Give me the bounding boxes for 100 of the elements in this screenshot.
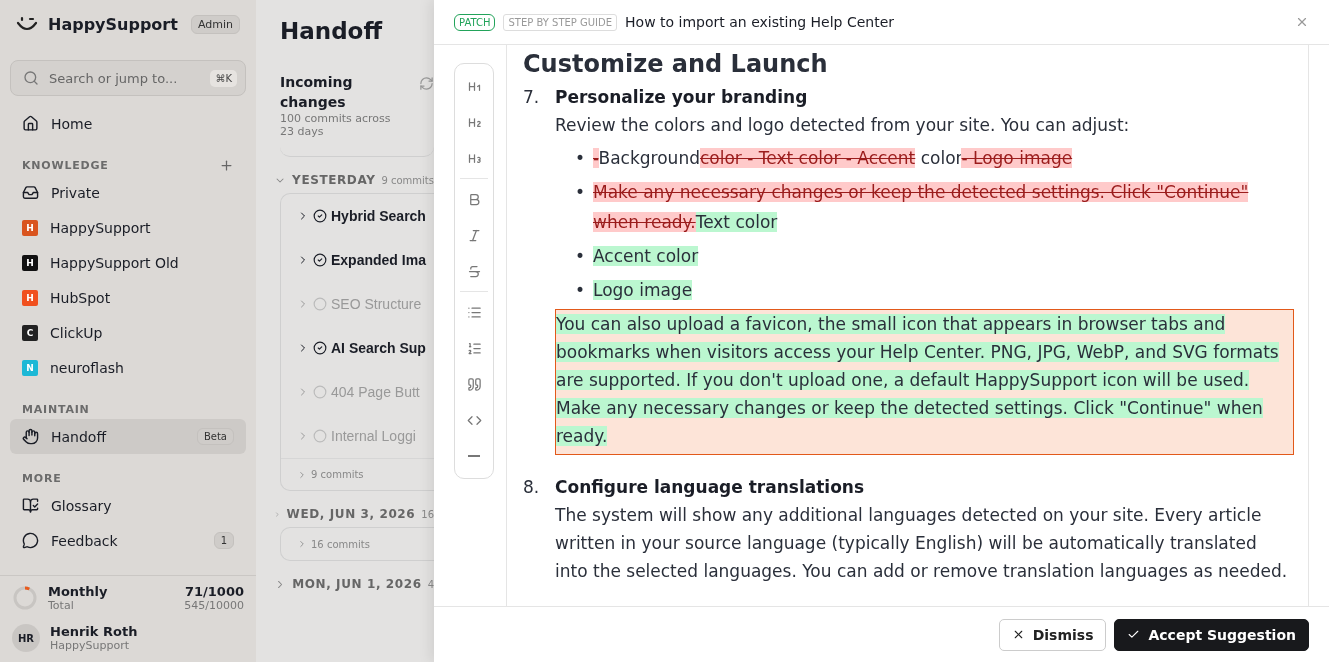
- step-number: 8.: [523, 476, 541, 499]
- nav-label: Private: [51, 184, 101, 201]
- incoming-title: Incoming changes: [280, 73, 354, 112]
- sidebar-item[interactable]: H HappySupport: [10, 210, 246, 245]
- check-icon: [1127, 628, 1141, 641]
- section-heading: Customize and Launch: [523, 49, 829, 79]
- horizontal-rule-icon: [468, 455, 480, 457]
- sidebar-item[interactable]: Handoff Beta: [10, 419, 246, 454]
- diff-text: Accent color: [593, 245, 699, 268]
- sidebar-item[interactable]: Glossary: [10, 488, 246, 523]
- role-badge: Admin: [190, 14, 240, 34]
- usage-sublabel: Total: [48, 599, 75, 612]
- diff-text: -Backgroundcolor - Text color - Accent color- Logo image: [593, 147, 1073, 170]
- user-name: Henrik Roth: [50, 624, 138, 639]
- space-letter-icon: H: [22, 289, 38, 306]
- section-title: MAINTAIN: [22, 402, 90, 416]
- step-text: The system will show any additional languages detected on your site. Every article written in your source language (typically English) will be automatically translated into the selected languages. You can add or remove translation languages as needed.: [555, 504, 1289, 583]
- add-icon[interactable]: [219, 157, 234, 173]
- sidebar-item[interactable]: C ClickUp: [10, 315, 246, 350]
- nav-label: HappySupport: [50, 219, 152, 236]
- sidebar-item[interactable]: H HappySupport Old: [10, 245, 246, 280]
- drawer-title: How to import an existing Help Center: [625, 14, 896, 30]
- usage-label: Monthly: [48, 584, 109, 599]
- nav-badge: 1: [213, 532, 234, 549]
- section-title: MORE: [22, 471, 62, 485]
- book-icon: [22, 497, 39, 514]
- commit-title: AI Search Sup: [331, 340, 426, 356]
- brand-name: HappySupport: [48, 14, 179, 34]
- nav-label: Feedback: [51, 532, 119, 549]
- nav-label: Handoff: [51, 428, 108, 445]
- step-title: Personalize your branding: [555, 86, 809, 109]
- group-count: 4: [427, 578, 434, 590]
- step-title: Configure language translations: [555, 476, 866, 499]
- group-label: MON, JUN 1, 2026: [292, 577, 422, 591]
- commit-title: Expanded Ima: [331, 252, 426, 268]
- inserted-paragraph[interactable]: You can also upload a favicon, the small icon that appears in browser tabs and bookmarks when visitors access your Help Center. PNG, JPG, WebP, and SVG formats are supported. If you don't upload one, a default HappySupport icon will be used. Make any necessary changes or keep the detected settings. Click "Continue" when ready.: [555, 309, 1294, 455]
- italic-icon: [466, 227, 482, 243]
- home-icon: [22, 115, 39, 132]
- dismiss-button[interactable]: Dismiss: [998, 618, 1107, 651]
- search-field[interactable]: Search or jump to... ⌘K: [10, 60, 246, 96]
- nav-label: neuroflash: [50, 359, 125, 376]
- page-title: Handoff: [280, 18, 384, 44]
- usage-value: 71/1000: [184, 584, 244, 599]
- nav-label: ClickUp: [50, 324, 104, 341]
- group-label: YESTERDAY: [292, 173, 376, 187]
- search-icon: [23, 70, 39, 86]
- nav-label: Home: [51, 115, 94, 132]
- refresh-icon[interactable]: [419, 76, 434, 91]
- space-letter-icon: C: [22, 324, 38, 341]
- chat-icon: [22, 532, 39, 549]
- bullet-marker: •: [575, 147, 583, 170]
- sidebar-item[interactable]: N neuroflash: [10, 350, 246, 385]
- commit-row[interactable]: Expanded Ima: [281, 238, 434, 282]
- quote-icon: [466, 376, 482, 392]
- section-title: KNOWLEDGE: [22, 158, 109, 172]
- strikethrough-icon: [466, 263, 482, 279]
- user-org: HappySupport: [50, 639, 130, 652]
- home-nav-item[interactable]: Home: [10, 106, 246, 141]
- hand-icon: [22, 428, 39, 445]
- bullet-marker: •: [575, 245, 583, 268]
- commit-row[interactable]: AI Search Sup: [281, 326, 434, 370]
- sidebar-item[interactable]: Private: [10, 175, 246, 210]
- sidebar-item[interactable]: Feedback 1: [10, 523, 246, 558]
- nav-label: HubSpot: [50, 289, 112, 306]
- commit-title: Hybrid Search: [331, 208, 426, 224]
- search-input[interactable]: Search or jump to...: [47, 69, 203, 87]
- group-count: 16: [421, 508, 434, 520]
- commit-title: SEO Structure: [331, 296, 422, 312]
- group-count: 9 commits: [381, 174, 434, 186]
- usage-total: 545/10000: [184, 599, 244, 612]
- step-text: Review the colors and logo detected from your site. You can adjust:: [555, 114, 1131, 137]
- bullet-marker: •: [575, 181, 583, 204]
- chevron-right-icon: [297, 539, 307, 549]
- commits-count: 9 commits: [311, 469, 364, 480]
- commit-title: Internal Loggi: [331, 428, 416, 444]
- chevron-right-icon: [297, 469, 307, 480]
- inbox-icon: [22, 184, 39, 201]
- close-icon[interactable]: [1295, 15, 1309, 29]
- space-letter-icon: N: [22, 359, 38, 376]
- diff-text: Logo image: [593, 279, 693, 302]
- step-number: 7.: [523, 86, 541, 109]
- bullet-list-icon: [466, 304, 482, 320]
- nav-label: Glossary: [51, 497, 113, 514]
- numbered-list-icon: [466, 340, 482, 356]
- smile-logo-icon: [16, 15, 38, 33]
- nav-badge: Beta: [196, 428, 234, 445]
- diff-text: Make any necessary changes or keep the detected settings. Click "Continue" when ready.Text color: [593, 181, 1250, 234]
- accept-button[interactable]: Accept Suggestion: [1114, 618, 1309, 651]
- commits-count: 16 commits: [311, 538, 370, 550]
- shortcut-hint: ⌘K: [210, 69, 237, 87]
- commit-title: 404 Page Butt: [331, 384, 420, 400]
- space-letter-icon: H: [22, 219, 38, 236]
- space-letter-icon: H: [22, 254, 38, 271]
- nav-label: HappySupport Old: [50, 254, 180, 271]
- sidebar-item[interactable]: H HubSpot: [10, 280, 246, 315]
- patch-tag: PATCH: [454, 13, 496, 31]
- group-label: WED, JUN 3, 2026: [286, 507, 416, 521]
- bullet-marker: •: [575, 279, 583, 302]
- commit-row[interactable]: Hybrid Search: [281, 194, 434, 238]
- user-avatar[interactable]: HR: [12, 624, 40, 652]
